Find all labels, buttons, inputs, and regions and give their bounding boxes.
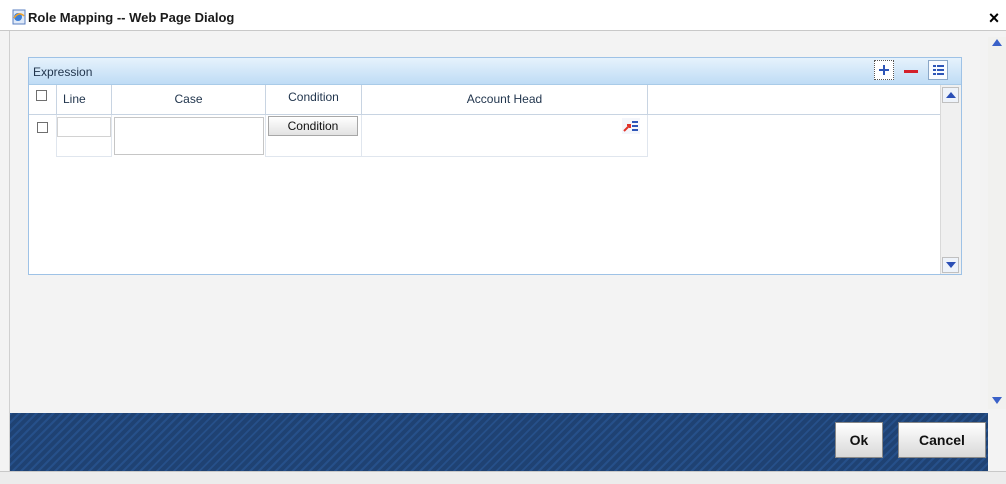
grid-scrollbar[interactable] [940, 85, 961, 274]
case-textarea[interactable] [114, 117, 264, 155]
grid-scroll-up-icon[interactable] [942, 87, 959, 103]
dialog-left-border [9, 31, 10, 471]
dialog-title-bar: Role Mapping -- Web Page Dialog × [0, 0, 1006, 31]
expression-panel: Expression Line Case Condition Account H… [28, 57, 962, 275]
condition-button[interactable]: Condition [268, 116, 358, 136]
row-select-cell [29, 115, 57, 157]
ok-button[interactable]: Ok [835, 422, 883, 458]
close-icon[interactable]: × [985, 9, 1003, 27]
add-row-icon[interactable] [874, 60, 894, 80]
scroll-up-icon[interactable] [992, 39, 1002, 46]
line-input[interactable] [57, 117, 111, 137]
account-head-cell [362, 115, 648, 157]
grid-scroll-down-icon[interactable] [942, 257, 959, 273]
select-all-checkbox[interactable] [36, 90, 47, 101]
condition-cell: Condition [266, 115, 362, 157]
cancel-button[interactable]: Cancel [898, 422, 986, 458]
column-header-filler [648, 85, 940, 115]
single-view-icon[interactable] [928, 60, 948, 80]
line-cell [57, 115, 112, 157]
case-cell [112, 115, 266, 157]
delete-row-icon[interactable] [900, 60, 920, 80]
scroll-down-icon[interactable] [992, 397, 1002, 404]
column-header-case: Case [112, 85, 266, 115]
column-header-condition: Condition [266, 85, 362, 115]
expression-grid: Line Case Condition Account Head Conditi… [29, 85, 961, 274]
list-of-values-icon[interactable] [622, 118, 640, 134]
expression-panel-header: Expression [29, 58, 961, 85]
dialog-scrollbar[interactable] [988, 37, 1006, 409]
expression-title: Expression [33, 65, 93, 79]
row-checkbox[interactable] [37, 122, 48, 133]
dialog-bottom-edge [0, 471, 1006, 484]
column-header-account-head: Account Head [362, 85, 648, 115]
dialog-title: Role Mapping -- Web Page Dialog [28, 10, 235, 25]
ie-page-icon [12, 9, 26, 25]
select-all-header [29, 85, 57, 115]
column-header-line: Line [57, 85, 112, 115]
